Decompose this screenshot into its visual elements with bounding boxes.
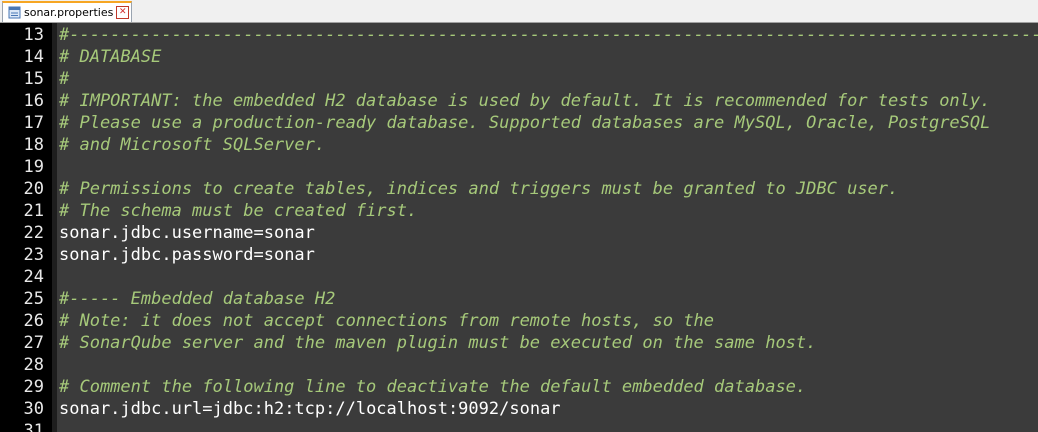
- property-value: sonar: [263, 223, 315, 243]
- line-number: 21: [23, 201, 44, 221]
- comment-text: # DATABASE: [59, 47, 162, 67]
- property-entry: sonar.jdbc.password=sonar: [59, 244, 315, 266]
- code-line[interactable]: 25 #----- Embedded database H2: [0, 288, 1038, 310]
- property-key: sonar.jdbc.password: [59, 245, 254, 265]
- code-line[interactable]: 21 # The schema must be created first.: [0, 200, 1038, 222]
- property-entry: sonar.jdbc.username=sonar: [59, 222, 315, 244]
- close-icon[interactable]: ✕: [116, 6, 130, 19]
- code-line[interactable]: 26 # Note: it does not accept connections…: [0, 310, 1038, 332]
- line-number: 27: [23, 333, 44, 353]
- line-number: 15: [23, 69, 44, 89]
- line-number: 29: [23, 377, 44, 397]
- line-number: 18: [23, 135, 44, 155]
- code-editor[interactable]: 13 #-------------------------------------…: [0, 23, 1038, 432]
- property-key: sonar.jdbc.url: [59, 399, 203, 419]
- comment-text: #----- Embedded database H2: [59, 289, 336, 309]
- property-value: sonar: [263, 245, 315, 265]
- code-line[interactable]: 19: [0, 156, 1038, 178]
- line-number: 13: [23, 25, 44, 45]
- line-number: 19: [23, 157, 44, 177]
- tab-filename: sonar.properties: [24, 6, 114, 19]
- line-number: 16: [23, 91, 44, 111]
- comment-text: #: [59, 69, 70, 89]
- property-separator: =: [253, 223, 264, 243]
- property-key: sonar.jdbc.username: [59, 223, 254, 243]
- line-number: 26: [23, 311, 44, 331]
- line-number: 22: [23, 223, 44, 243]
- line-number: 30: [23, 399, 44, 419]
- line-number: 25: [23, 289, 44, 309]
- code-line[interactable]: 13 #-------------------------------------…: [0, 24, 1038, 46]
- property-entry: sonar.jdbc.url=jdbc:h2:tcp://localhost:9…: [59, 398, 561, 420]
- comment-text: #---------------------------------------…: [59, 25, 1038, 45]
- property-value: jdbc:h2:tcp://localhost:9092/sonar: [212, 399, 561, 419]
- line-number: 24: [23, 267, 44, 287]
- property-separator: =: [253, 245, 264, 265]
- comment-text: # Comment the following line to deactiva…: [59, 377, 807, 397]
- code-line[interactable]: 23 sonar.jdbc.password=sonar: [0, 244, 1038, 266]
- line-number: 17: [23, 113, 44, 133]
- property-separator: =: [202, 399, 213, 419]
- code-line[interactable]: 29 # Comment the following line to deacti…: [0, 376, 1038, 398]
- line-number: 23: [23, 245, 44, 265]
- comment-text: # SonarQube server and the maven plugin …: [59, 333, 817, 353]
- code-line[interactable]: 30 sonar.jdbc.url=jdbc:h2:tcp://localhost…: [0, 398, 1038, 420]
- code-line[interactable]: 31: [0, 420, 1038, 432]
- properties-file-icon: [8, 6, 21, 19]
- code-line[interactable]: 14 # DATABASE: [0, 46, 1038, 68]
- line-number: 31: [23, 421, 44, 432]
- code-line[interactable]: 15 #: [0, 68, 1038, 90]
- comment-text: # The schema must be created first.: [59, 201, 418, 221]
- code-line[interactable]: 27 # SonarQube server and the maven plugi…: [0, 332, 1038, 354]
- comment-text: # IMPORTANT: the embedded H2 database is…: [59, 91, 991, 111]
- line-number: 14: [23, 47, 44, 67]
- code-line[interactable]: 24: [0, 266, 1038, 288]
- code-line[interactable]: 16 # IMPORTANT: the embedded H2 database …: [0, 90, 1038, 112]
- comment-text: # Note: it does not accept connections f…: [59, 311, 715, 331]
- comment-text: # Permissions to create tables, indices …: [59, 179, 899, 199]
- comment-text: # and Microsoft SQLServer.: [59, 135, 326, 155]
- tab-bar: sonar.properties ✕: [0, 0, 1038, 23]
- code-line[interactable]: 20 # Permissions to create tables, indice…: [0, 178, 1038, 200]
- code-line[interactable]: 18 # and Microsoft SQLServer.: [0, 134, 1038, 156]
- code-line[interactable]: 28: [0, 354, 1038, 376]
- code-line[interactable]: 17 # Please use a production-ready databa…: [0, 112, 1038, 134]
- tab-sonar-properties[interactable]: sonar.properties ✕: [2, 1, 132, 22]
- comment-text: # Please use a production-ready database…: [59, 113, 991, 133]
- line-number: 28: [23, 355, 44, 375]
- line-number: 20: [23, 179, 44, 199]
- code-line[interactable]: 22 sonar.jdbc.username=sonar: [0, 222, 1038, 244]
